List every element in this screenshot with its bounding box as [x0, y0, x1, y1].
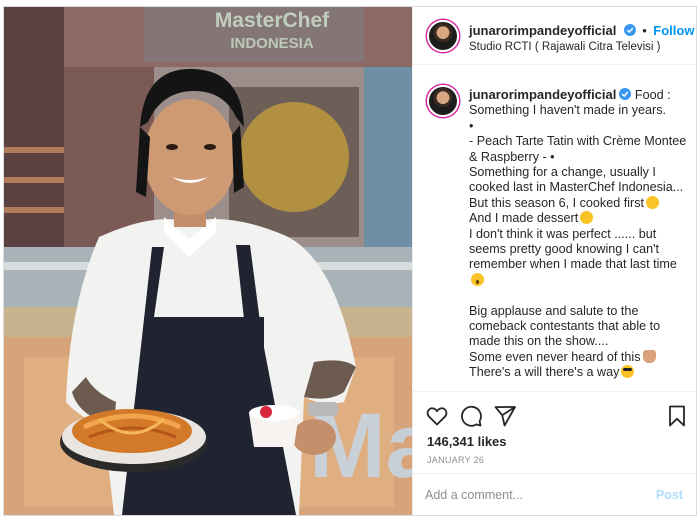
- sunglasses-face-emoji-icon: [621, 365, 635, 379]
- paper-plane-icon[interactable]: [493, 404, 517, 428]
- verified-badge-icon: [619, 88, 632, 100]
- header-separator: •: [642, 23, 647, 38]
- caption-body: junarorimpandeyofficial Food : Something…: [469, 87, 691, 381]
- caption-line: Something for a change, usually I: [469, 165, 656, 180]
- post-photo[interactable]: MasterChef INDONESIA Ma: [4, 7, 412, 515]
- caption-text: Food :: [634, 88, 671, 102]
- caption-line: Some even never heard of this: [469, 349, 691, 365]
- author-avatar[interactable]: [427, 20, 459, 52]
- author-username-link[interactable]: junarorimpandeyofficial: [469, 23, 616, 38]
- caption-line: - Peach Tarte Tatin with Crème Montee: [469, 134, 687, 149]
- post-date[interactable]: JANUARY 26: [427, 455, 484, 465]
- folded-hands-emoji-icon: [642, 349, 656, 363]
- smiling-face-emoji-icon: [580, 211, 594, 225]
- comment-bar: Post: [413, 473, 697, 515]
- comment-input[interactable]: [425, 484, 645, 506]
- caption-line: But this season 6, I cooked first: [469, 195, 691, 211]
- likes-count[interactable]: 146,341 likes: [427, 434, 507, 449]
- caption-line: junarorimpandeyofficial Food :: [469, 87, 691, 103]
- upside-down-face-emoji-icon: [646, 195, 660, 209]
- post-header: junarorimpandeyofficial • Follow Studio …: [413, 7, 697, 65]
- post-comment-button[interactable]: Post: [656, 488, 683, 502]
- caption-line: Something I haven't made in years.: [469, 103, 667, 118]
- caption-line: I don't think it was perfect ...... but: [469, 226, 657, 241]
- caption-line: & Raspberry - •: [469, 149, 555, 164]
- bookmark-icon[interactable]: [665, 404, 689, 428]
- heart-icon[interactable]: [425, 404, 449, 428]
- sign-text-line1: MasterChef: [215, 9, 330, 32]
- astonished-face-emoji-icon: [471, 272, 484, 286]
- caption-text: But this season 6, I cooked first: [469, 195, 645, 210]
- caption-line: seems pretty good knowing I can't: [469, 242, 660, 257]
- caption-author-avatar[interactable]: [427, 85, 459, 117]
- comment-icon[interactable]: [459, 404, 483, 428]
- post-photo-illustration: MasterChef INDONESIA Ma: [4, 7, 412, 515]
- caption-line: Big applause and salute to the: [469, 303, 639, 318]
- follow-button[interactable]: Follow: [653, 23, 694, 38]
- verified-badge-icon: [623, 24, 636, 36]
- caption-text: Some even never heard of this: [469, 349, 641, 364]
- instagram-post-frame: MasterChef INDONESIA Ma junarorimpandeyo…: [3, 6, 697, 516]
- caption-line: made this on the show....: [469, 334, 609, 349]
- caption-line: cooked last in MasterChef Indonesia...: [469, 180, 684, 195]
- caption-line: •: [469, 118, 474, 133]
- caption-text: There's a will there's a way: [469, 365, 620, 380]
- sign-text-line2: INDONESIA: [230, 35, 314, 52]
- caption-text: And I made dessert: [469, 211, 579, 226]
- caption-line: comeback contestants that able to: [469, 319, 661, 334]
- author-line: junarorimpandeyofficial • Follow: [469, 22, 694, 40]
- post-caption: junarorimpandeyofficial Food : Something…: [413, 79, 697, 391]
- caption-line: [469, 288, 691, 303]
- post-details-panel: junarorimpandeyofficial • Follow Studio …: [412, 7, 697, 515]
- caption-line: remember when I made that last time: [469, 257, 677, 272]
- caption-line: [469, 272, 691, 288]
- caption-line: And I made dessert: [469, 211, 691, 226]
- caption-username-link[interactable]: junarorimpandeyofficial: [469, 87, 616, 102]
- location-link[interactable]: Studio RCTI ( Rajawali Citra Televisi ): [469, 41, 661, 53]
- caption-line: There's a will there's a way: [469, 365, 691, 380]
